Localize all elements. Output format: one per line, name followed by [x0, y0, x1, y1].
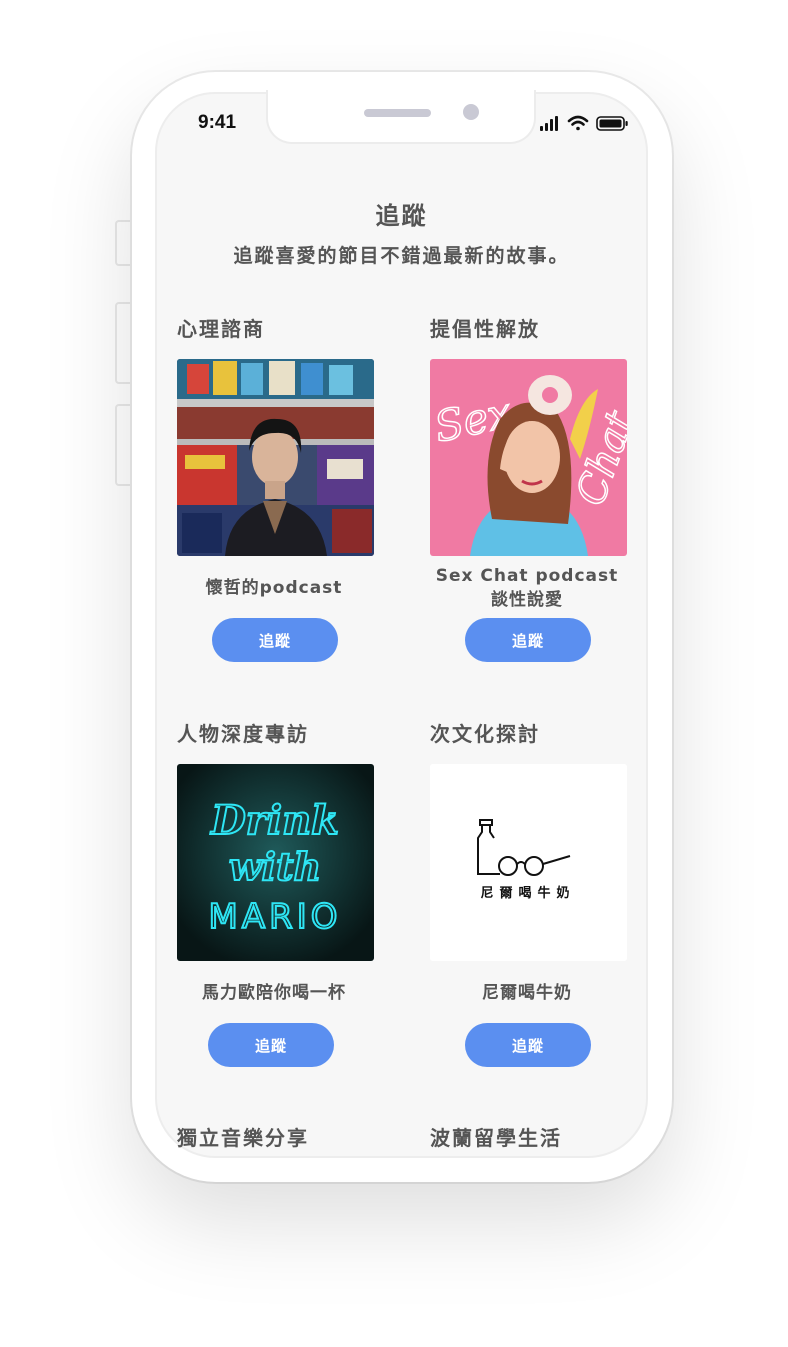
volume-down-button: [115, 404, 133, 486]
podcast-cover[interactable]: Drink with MARIO: [177, 764, 374, 961]
category-label: 心理諮商: [177, 317, 265, 341]
podcast-cover[interactable]: 尼爾喝牛奶: [430, 764, 627, 961]
category-label: 提倡性解放: [430, 317, 540, 341]
category-label: 次文化探討: [430, 722, 540, 746]
speaker: [364, 109, 431, 117]
milk-cover-art: 尼爾喝牛奶: [430, 764, 627, 961]
podcast-title: 馬力歐陪你喝一杯: [202, 983, 346, 1003]
podcast-title: Sex Chat podcast 談性說愛: [397, 564, 657, 612]
podcast-cover[interactable]: Sex Chat: [430, 359, 627, 556]
mute-switch: [115, 220, 133, 266]
category-label: 獨立音樂分享: [177, 1126, 309, 1150]
podcast-title: 懷哲的podcast: [205, 578, 343, 598]
cover-text-line3: MARIO: [208, 897, 341, 937]
page-title: 追蹤: [375, 202, 428, 230]
cover-text-line1: Drink: [210, 797, 339, 844]
sex-chat-cover-art: Sex Chat: [430, 359, 627, 556]
podcast-title-line1: Sex Chat podcast: [435, 566, 619, 586]
volume-up-button: [115, 302, 133, 384]
category-label: 人物深度專訪: [177, 722, 309, 746]
wifi-icon: [567, 115, 589, 131]
podcast-cover[interactable]: [177, 359, 374, 556]
battery-icon: [596, 116, 628, 131]
follow-button[interactable]: 追蹤: [212, 618, 338, 662]
signal-icon: [540, 116, 558, 131]
portrait-cover-art: [177, 359, 374, 556]
follow-button[interactable]: 追蹤: [465, 1023, 591, 1067]
podcast-title: 尼爾喝牛奶: [482, 983, 572, 1003]
status-icons: [540, 115, 628, 131]
front-camera: [463, 104, 479, 120]
milk-cover-text: 尼爾喝牛奶: [480, 885, 575, 901]
notch: [266, 90, 536, 144]
status-time: 9:41: [198, 112, 237, 133]
podcast-title-line2: 談性說愛: [491, 590, 563, 610]
page-subtitle: 追蹤喜愛的節目不錯過最新的故事。: [233, 245, 570, 267]
follow-button[interactable]: 追蹤: [465, 618, 591, 662]
follow-button[interactable]: 追蹤: [208, 1023, 334, 1067]
drink-with-mario-cover-art: Drink with MARIO: [177, 764, 374, 961]
category-label: 波蘭留學生活: [430, 1126, 562, 1150]
cover-text-line2: with: [229, 844, 321, 889]
